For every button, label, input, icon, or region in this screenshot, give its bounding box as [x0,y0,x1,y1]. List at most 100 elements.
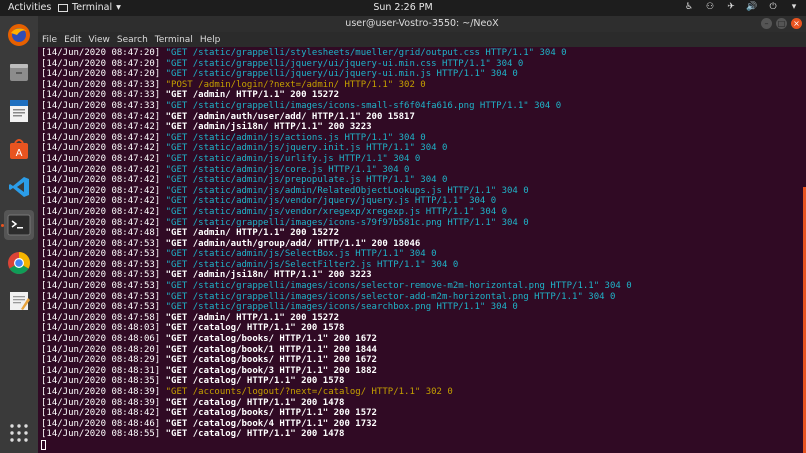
log-line: [14/Jun/2020 08:47:53] "GET /static/grap… [41,281,632,292]
network-icon[interactable]: ⚇ [704,1,716,13]
activities-button[interactable]: Activities [8,2,51,13]
log-request: "GET /admin/ HTTP/1.1" 200 15272 [160,312,340,323]
log-line: [14/Jun/2020 08:47:42] "GET /static/admi… [41,175,632,186]
log-timestamp: [14/Jun/2020 08:48:20] [41,344,161,355]
log-request: "GET /catalog/book/4 HTTP/1.1" 200 1732 [160,418,377,429]
menu-search[interactable]: Search [117,35,148,45]
log-timestamp: [14/Jun/2020 08:47:33] [41,90,161,101]
accessibility-icon[interactable]: ♿ [683,1,695,13]
terminal-output[interactable]: [14/Jun/2020 08:47:20] "GET /static/grap… [38,47,806,453]
log-line: [14/Jun/2020 08:47:42] "GET /static/admi… [41,143,632,154]
log-timestamp: [14/Jun/2020 08:47:42] [41,153,161,164]
log-line: [14/Jun/2020 08:47:33] "POST /admin/logi… [41,80,632,91]
log-request: "GET /catalog/ HTTP/1.1" 200 1478 [160,429,345,440]
log-request: "GET /catalog/books/ HTTP/1.1" 200 1672 [160,334,377,345]
log-line: [14/Jun/2020 08:48:35] "GET /catalog/ HT… [41,376,632,387]
menu-help[interactable]: Help [200,35,221,45]
log-timestamp: [14/Jun/2020 08:48:03] [41,323,161,334]
log-line: [14/Jun/2020 08:48:42] "GET /catalog/boo… [41,408,632,419]
log-request: "GET /static/admin/js/core.js HTTP/1.1" … [160,164,410,175]
log-timestamp: [14/Jun/2020 08:47:42] [41,143,161,154]
log-request: "GET /catalog/books/ HTTP/1.1" 200 1672 [160,355,377,366]
log-timestamp: [14/Jun/2020 08:48:46] [41,418,161,429]
writer-launcher[interactable] [4,96,34,126]
window-titlebar[interactable]: user@user-Vostro-3550: ~/NeoX – □ × [38,16,806,32]
log-line: [14/Jun/2020 08:47:33] "GET /admin/ HTTP… [41,90,632,101]
log-line: [14/Jun/2020 08:47:42] "GET /admin/jsi18… [41,122,632,133]
close-button[interactable]: × [791,18,802,29]
log-line: [14/Jun/2020 08:47:53] "GET /admin/auth/… [41,239,632,250]
log-request: "GET /admin/auth/group/add/ HTTP/1.1" 20… [160,238,421,249]
log-timestamp: [14/Jun/2020 08:47:48] [41,228,161,239]
text-cursor [41,439,46,450]
app-menu-label: Terminal [72,2,113,13]
terminal-icon [7,214,31,236]
show-applications-button[interactable] [4,418,34,448]
log-request: "GET /catalog/book/1 HTTP/1.1" 200 1844 [160,344,377,355]
log-request: "GET /static/grappelli/images/icons/sele… [160,281,632,292]
minimize-button[interactable]: – [761,18,772,29]
system-top-bar: Activities Terminal ▾ Sun 2:26 PM ♿ ⚇ ✈ … [0,0,806,16]
log-request: "GET /static/admin/js/vendor/jquery/jque… [160,196,497,207]
menu-terminal[interactable]: Terminal [155,35,193,45]
prompt-line [41,439,632,451]
files-icon [10,64,28,81]
volume-icon[interactable]: 🔊 [746,1,758,13]
firefox-icon [8,24,30,46]
vscode-launcher[interactable] [4,172,34,202]
airplane-icon[interactable]: ✈ [725,1,737,13]
log-line: [14/Jun/2020 08:48:29] "GET /catalog/boo… [41,355,632,366]
log-line: [14/Jun/2020 08:48:39] "GET /catalog/ HT… [41,398,632,409]
log-line: [14/Jun/2020 08:47:42] "GET /static/admi… [41,165,632,176]
menu-file[interactable]: File [42,35,57,45]
log-request: "GET /static/grappelli/images/icons/sear… [160,302,518,313]
log-line: [14/Jun/2020 08:48:31] "GET /catalog/boo… [41,366,632,377]
log-request: "POST /admin/login/?next=/admin/ HTTP/1.… [160,79,426,90]
log-timestamp: [14/Jun/2020 08:47:42] [41,185,161,196]
software-center-launcher[interactable]: A [4,134,34,164]
log-timestamp: [14/Jun/2020 08:47:53] [41,238,161,249]
log-line: [14/Jun/2020 08:48:06] "GET /catalog/boo… [41,334,632,345]
log-timestamp: [14/Jun/2020 08:47:42] [41,132,161,143]
firefox-launcher[interactable] [4,20,34,50]
menu-view[interactable]: View [89,35,110,45]
menu-bar: File Edit View Search Terminal Help [38,32,806,47]
chevron-down-icon[interactable]: ▾ [788,1,800,13]
clock[interactable]: Sun 2:26 PM [373,2,432,13]
chrome-icon [8,252,30,274]
log-request: "GET /admin/ HTTP/1.1" 200 15272 [160,228,340,239]
log-line: [14/Jun/2020 08:47:20] "GET /static/grap… [41,69,632,80]
log-lines: [14/Jun/2020 08:47:20] "GET /static/grap… [41,48,632,451]
log-line: [14/Jun/2020 08:48:20] "GET /catalog/boo… [41,345,632,356]
log-timestamp: [14/Jun/2020 08:48:31] [41,365,161,376]
log-request: "GET /static/grappelli/images/icons-smal… [160,100,562,111]
chrome-launcher[interactable] [4,248,34,278]
power-icon[interactable]: ⏻ [767,1,779,13]
maximize-button[interactable]: □ [776,18,787,29]
log-timestamp: [14/Jun/2020 08:47:53] [41,259,161,270]
system-tray[interactable]: ♿ ⚇ ✈ 🔊 ⏻ ▾ [683,1,800,13]
log-line: [14/Jun/2020 08:48:39] "GET /accounts/lo… [41,387,632,398]
log-timestamp: [14/Jun/2020 08:47:20] [41,58,161,69]
log-line: [14/Jun/2020 08:47:42] "GET /static/admi… [41,133,632,144]
log-request: "GET /static/grappelli/jquery/ui/jquery-… [160,69,518,80]
writer-icon [10,100,28,122]
log-request: "GET /catalog/ HTTP/1.1" 200 1578 [160,323,345,334]
log-timestamp: [14/Jun/2020 08:47:33] [41,79,161,90]
files-launcher[interactable] [4,58,34,88]
log-line: [14/Jun/2020 08:48:55] "GET /catalog/ HT… [41,429,632,440]
log-request: "GET /catalog/ HTTP/1.1" 200 1578 [160,376,345,387]
log-request: "GET /admin/jsi18n/ HTTP/1.1" 200 3223 [160,270,372,281]
log-line: [14/Jun/2020 08:47:33] "GET /static/grap… [41,101,632,112]
log-request: "GET /admin/jsi18n/ HTTP/1.1" 200 3223 [160,122,372,133]
menu-edit[interactable]: Edit [64,35,81,45]
log-timestamp: [14/Jun/2020 08:47:53] [41,291,161,302]
terminal-launcher[interactable] [4,210,34,240]
log-timestamp: [14/Jun/2020 08:48:39] [41,387,161,397]
log-timestamp: [14/Jun/2020 08:48:39] [41,397,161,408]
window-title: user@user-Vostro-3550: ~/NeoX [345,18,499,29]
log-request: "GET /static/grappelli/jquery/ui/jquery-… [160,58,524,69]
app-menu[interactable]: Terminal ▾ [58,2,121,13]
text-editor-launcher[interactable] [4,286,34,316]
log-timestamp: [14/Jun/2020 08:47:42] [41,175,161,186]
